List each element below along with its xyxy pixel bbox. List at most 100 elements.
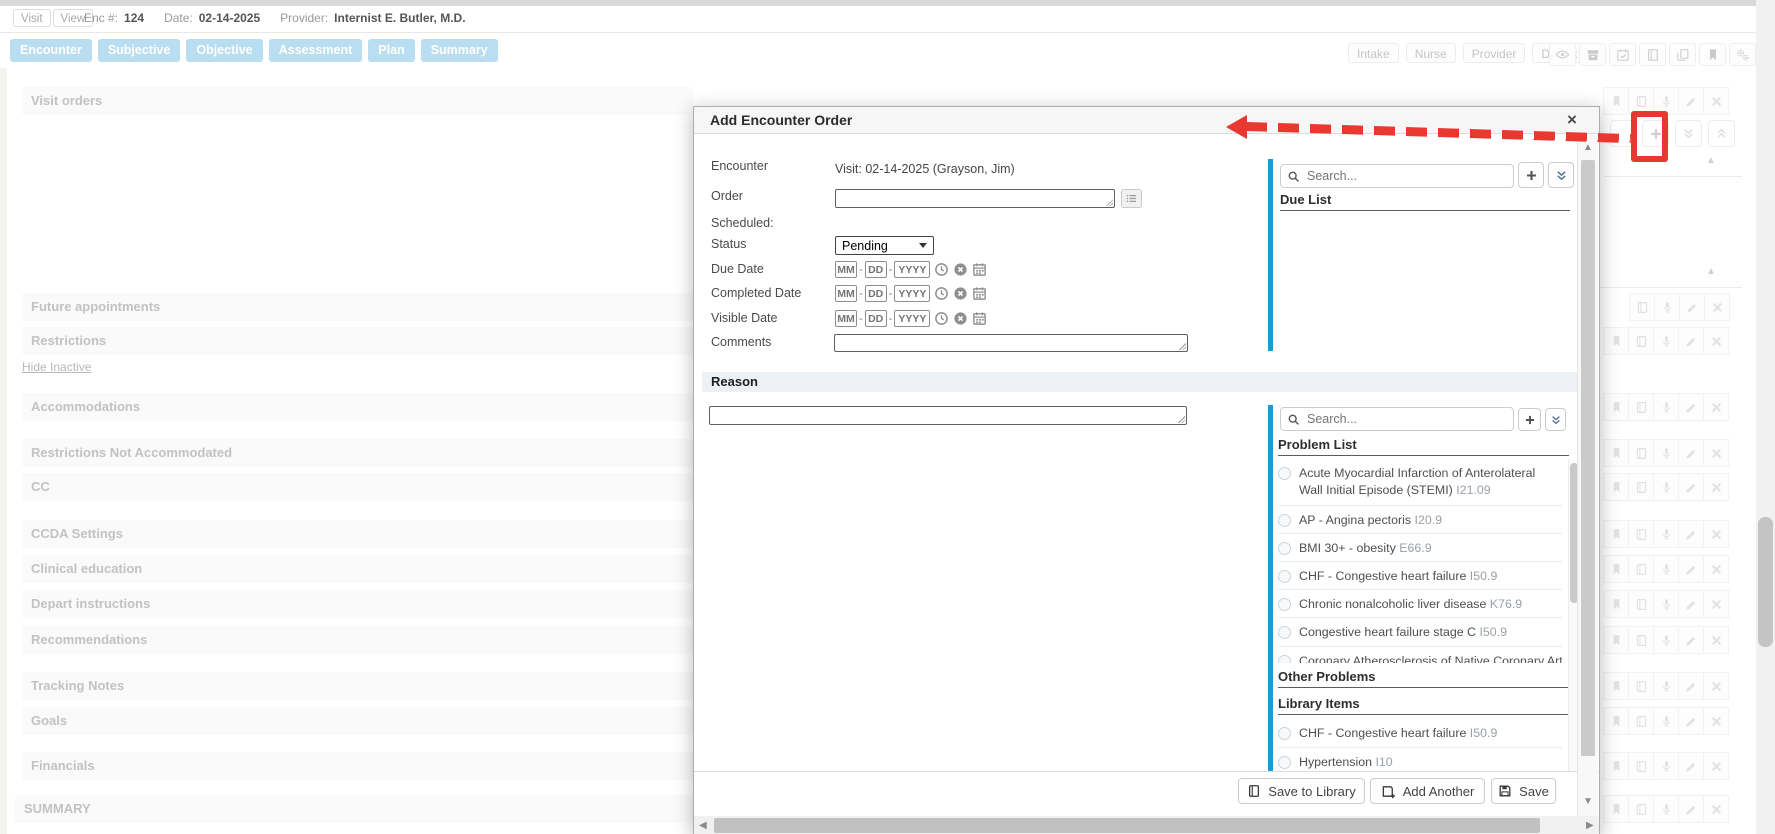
close-icon[interactable]: [1703, 473, 1729, 501]
pencil-icon[interactable]: [1679, 293, 1705, 321]
problem-item[interactable]: Chronic nonalcoholic liver disease K76.9: [1278, 590, 1562, 618]
section-depart-instructions[interactable]: Depart instructions: [22, 590, 693, 618]
book-icon[interactable]: [1629, 293, 1655, 321]
scroll-left-icon[interactable]: ◀: [699, 820, 707, 831]
book-icon[interactable]: [1628, 473, 1654, 501]
problem-item-clipped[interactable]: Coronary Atherosclerosis of Native Coron…: [1278, 647, 1562, 663]
book-icon[interactable]: [1628, 672, 1654, 700]
section-visit-orders[interactable]: Visit orders: [22, 87, 693, 115]
visible-yyyy-input[interactable]: [894, 310, 930, 327]
clock-icon[interactable]: [934, 311, 949, 326]
pencil-icon[interactable]: [1678, 87, 1704, 115]
radio-icon[interactable]: [1278, 655, 1291, 663]
expand-list-icon[interactable]: [1545, 408, 1566, 431]
eye-icon[interactable]: [1549, 43, 1576, 66]
clear-date-icon[interactable]: [953, 286, 968, 301]
calendar-icon[interactable]: [972, 286, 987, 301]
pencil-icon[interactable]: [1678, 626, 1704, 654]
close-icon[interactable]: [1703, 87, 1729, 115]
bookmark-icon[interactable]: [1603, 752, 1629, 780]
expand-list-icon[interactable]: [1548, 162, 1574, 188]
microphone-icon[interactable]: [1653, 473, 1679, 501]
order-list-icon[interactable]: [1121, 189, 1142, 208]
close-icon[interactable]: [1703, 626, 1729, 654]
section-clinical-education[interactable]: Clinical education: [22, 555, 693, 583]
tab-summary[interactable]: Summary: [421, 39, 498, 62]
bookmark-icon[interactable]: [1603, 520, 1629, 548]
clear-date-icon[interactable]: [953, 311, 968, 326]
microphone-icon[interactable]: [1653, 590, 1679, 618]
radio-icon[interactable]: [1278, 727, 1291, 740]
completed-yyyy-input[interactable]: [894, 285, 930, 302]
close-icon[interactable]: [1704, 293, 1730, 321]
microphone-icon[interactable]: [1653, 555, 1679, 583]
collapse-triangle-icon[interactable]: ▲: [1706, 266, 1716, 277]
section-recommendations[interactable]: Recommendations: [22, 626, 693, 654]
tab-plan[interactable]: Plan: [368, 39, 414, 62]
microphone-icon[interactable]: [1653, 520, 1679, 548]
intake-button[interactable]: Intake: [1348, 43, 1399, 63]
radio-icon[interactable]: [1278, 756, 1291, 769]
completed-dd-input[interactable]: [865, 285, 887, 302]
browser-scrollbar[interactable]: [1756, 0, 1775, 834]
microphone-icon[interactable]: [1653, 327, 1679, 355]
microphone-icon[interactable]: [1653, 707, 1679, 735]
problem-item[interactable]: BMI 30+ - obesity E66.9: [1278, 534, 1562, 562]
due-yyyy-input[interactable]: [894, 261, 930, 278]
close-icon[interactable]: [1703, 327, 1729, 355]
clock-icon[interactable]: [934, 286, 949, 301]
radio-icon[interactable]: [1278, 570, 1291, 583]
section-restrictions-not-accommodated[interactable]: Restrictions Not Accommodated: [22, 439, 693, 467]
archive-icon[interactable]: [1579, 43, 1606, 66]
radio-icon[interactable]: [1278, 467, 1291, 480]
close-icon[interactable]: [1703, 707, 1729, 735]
section-summary[interactable]: SUMMARY: [15, 795, 693, 823]
due-search-input[interactable]: [1305, 168, 1507, 184]
add-icon[interactable]: [1518, 408, 1541, 431]
book-icon[interactable]: [1628, 707, 1654, 735]
pencil-icon[interactable]: [1678, 520, 1704, 548]
close-icon[interactable]: [1703, 439, 1729, 467]
reason-search-input[interactable]: [1305, 411, 1507, 427]
comments-input[interactable]: [834, 334, 1188, 352]
book-icon[interactable]: [1628, 590, 1654, 618]
due-dd-input[interactable]: [865, 261, 887, 278]
copy-icon[interactable]: [1669, 43, 1696, 66]
clear-date-icon[interactable]: [953, 262, 968, 277]
book-icon[interactable]: [1639, 43, 1666, 66]
scroll-down-icon[interactable]: ▼: [1583, 796, 1593, 807]
bookmark-icon[interactable]: [1603, 795, 1629, 823]
reason-input[interactable]: [709, 406, 1187, 425]
close-icon[interactable]: [1703, 752, 1729, 780]
book-icon[interactable]: [1628, 393, 1654, 421]
book-icon[interactable]: [1628, 555, 1654, 583]
book-icon[interactable]: [1628, 439, 1654, 467]
scroll-up-icon[interactable]: ▲: [1583, 142, 1593, 153]
pencil-icon[interactable]: [1678, 707, 1704, 735]
tab-assessment[interactable]: Assessment: [269, 39, 363, 62]
close-icon[interactable]: [1703, 520, 1729, 548]
order-input[interactable]: [835, 189, 1115, 208]
save-button[interactable]: Save: [1491, 778, 1556, 804]
microphone-icon[interactable]: [1653, 795, 1679, 823]
add-icon[interactable]: [1518, 162, 1544, 188]
pencil-icon[interactable]: [1678, 590, 1704, 618]
bookmark-icon[interactable]: [1699, 43, 1726, 66]
clock-icon[interactable]: [934, 262, 949, 277]
scroll-right-icon[interactable]: ▶: [1586, 820, 1594, 831]
library-item[interactable]: CHF - Congestive heart failure I50.9: [1278, 719, 1562, 748]
bookmark-icon[interactable]: [1603, 439, 1629, 467]
bookmark-icon[interactable]: [1603, 473, 1629, 501]
problem-item[interactable]: Acute Myocardial Infarction of Anterolat…: [1278, 459, 1562, 506]
due-mm-input[interactable]: [835, 261, 857, 278]
section-accommodations[interactable]: Accommodations: [22, 393, 693, 421]
section-ccda-settings[interactable]: CCDA Settings: [22, 520, 693, 548]
section-future-appointments[interactable]: Future appointments: [22, 293, 693, 321]
microphone-icon[interactable]: [1653, 672, 1679, 700]
pencil-icon[interactable]: [1678, 327, 1704, 355]
radio-icon[interactable]: [1278, 542, 1291, 555]
nurse-button[interactable]: Nurse: [1406, 43, 1456, 63]
close-icon[interactable]: [1703, 795, 1729, 823]
expand-all-icon[interactable]: [1675, 120, 1702, 147]
add-another-button[interactable]: Add Another: [1370, 778, 1485, 804]
